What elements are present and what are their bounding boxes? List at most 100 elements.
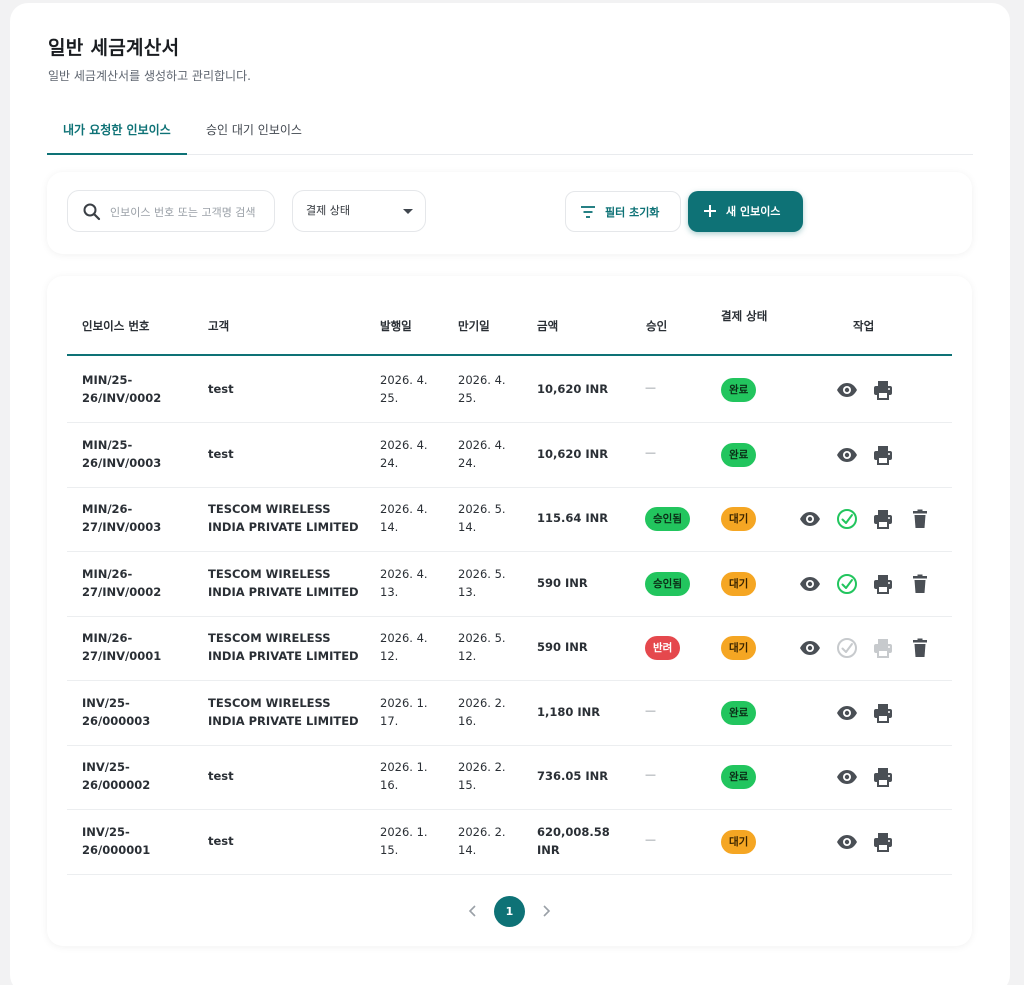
due-date-line1: 2026. 5. <box>458 566 506 581</box>
print-icon[interactable] <box>871 701 895 725</box>
invoice-number-line2: 26/INV/0002 <box>82 391 162 405</box>
issue-date-line1: 2026. 4. <box>380 566 428 581</box>
status-badge: 대기 <box>721 571 757 596</box>
view-icon[interactable] <box>798 636 822 660</box>
approve-icon <box>835 636 859 660</box>
status-badge: 대기 <box>721 636 757 660</box>
reset-filters-button[interactable]: 필터 초기화 <box>565 191 681 232</box>
approve-icon[interactable] <box>835 572 859 596</box>
col-approval: 승인 <box>646 319 668 333</box>
status-badge: 완료 <box>721 378 757 402</box>
view-icon[interactable] <box>835 378 859 402</box>
issue-date-line2: 24. <box>380 455 399 470</box>
due-date-line2: 14. <box>458 520 477 534</box>
customer-name: test <box>208 446 234 461</box>
approval-badge: 승인됨 <box>645 507 690 531</box>
issue-date-line1: 2026. 4. <box>380 437 428 452</box>
invoice-number-line2: 26/000002 <box>82 778 151 792</box>
print-icon[interactable] <box>871 443 895 467</box>
customer-line1: TESCOM WIRELESS <box>208 502 331 516</box>
pagination: 1 <box>47 896 972 928</box>
issue-date-line2: 17. <box>380 713 399 728</box>
status-badge: 완료 <box>721 442 757 467</box>
search-icon <box>83 203 101 221</box>
page-subtitle: 일반 세금계산서를 생성하고 관리합니다. <box>48 69 251 83</box>
due-date-line2: 15. <box>458 778 477 792</box>
print-icon[interactable] <box>871 830 895 854</box>
view-icon[interactable] <box>835 443 859 467</box>
view-icon[interactable] <box>798 572 822 596</box>
amount: 590 INR <box>537 575 588 590</box>
due-date-line1: 2026. 2. <box>458 824 506 839</box>
invoice-number-line1: MIN/26- <box>82 502 133 516</box>
plus-icon <box>704 205 716 217</box>
tab-my-invoices[interactable]: 내가 요청한 인보이스 <box>47 113 187 155</box>
status-badge: 완료 <box>721 765 757 789</box>
approval-empty: — <box>645 445 656 459</box>
new-invoice-label: 새 인보이스 <box>726 205 781 218</box>
table-row: MIN/25- 26/INV/0003 test 2026. 4. 24. 2026. 4… <box>67 423 952 488</box>
table-row: INV/25- 26/000001 test 2026. 1. 15. 2026. 2. 1… <box>67 810 952 875</box>
issue-date-line2: 16. <box>380 778 399 792</box>
customer-line2: INDIA PRIVATE LIMITED <box>208 584 359 599</box>
issue-date-line2: 25. <box>380 391 399 405</box>
print-icon[interactable] <box>871 378 895 402</box>
payment-status-value: 결제 상태 <box>306 204 350 217</box>
table-row: MIN/26- 27/INV/0002 TESCOM WIRELESS INDIA P… <box>67 552 952 617</box>
chevron-down-icon <box>403 209 413 214</box>
issue-date-line2: 14. <box>380 520 399 534</box>
approve-icon[interactable] <box>835 507 859 531</box>
new-invoice-button[interactable]: 새 인보이스 <box>688 191 803 232</box>
invoice-number-line1: INV/25- <box>82 824 130 839</box>
view-icon[interactable] <box>835 765 859 789</box>
reset-filters-label: 필터 초기화 <box>605 206 660 219</box>
approval-empty: — <box>645 381 656 394</box>
payment-status-select[interactable]: 결제 상태 <box>292 190 426 232</box>
col-customer: 고객 <box>208 319 230 333</box>
invoice-number-line2: 27/INV/0003 <box>82 520 162 534</box>
issue-date-line1: 2026. 1. <box>380 760 428 774</box>
invoice-number-line2: 26/000003 <box>82 713 151 728</box>
filter-icon <box>581 206 595 218</box>
issue-date-line1: 2026. 1. <box>380 824 428 839</box>
view-icon[interactable] <box>835 830 859 854</box>
approval-empty: — <box>645 832 656 846</box>
table-row: MIN/26- 27/INV/0003 TESCOM WIRELESS INDIA P… <box>67 487 952 552</box>
invoice-number-line1: INV/25- <box>82 760 130 774</box>
table-row: MIN/25- 26/INV/0002 test 2026. 4. 25. 2026. 4… <box>67 358 952 423</box>
amount-line1: 620,008.58 <box>537 824 610 839</box>
print-icon[interactable] <box>871 765 895 789</box>
amount: 1,180 INR <box>537 704 601 719</box>
page-1-button[interactable]: 1 <box>494 896 525 927</box>
due-date-line2: 25. <box>458 391 477 405</box>
amount: 736.05 INR <box>537 769 609 783</box>
search-input[interactable] <box>110 201 266 223</box>
view-icon[interactable] <box>798 507 822 531</box>
tab-pending-invoices[interactable]: 승인 대기 인보이스 <box>190 113 318 155</box>
col-due-date: 만기일 <box>458 319 490 333</box>
view-icon[interactable] <box>835 701 859 725</box>
due-date-line2: 24. <box>458 455 477 470</box>
delete-icon[interactable] <box>908 507 932 531</box>
chevron-left-icon[interactable] <box>465 902 481 920</box>
invoice-number-line1: INV/25- <box>82 695 130 710</box>
table-row: MIN/26- 27/INV/0001 TESCOM WIRELESS INDIA P… <box>67 616 952 681</box>
delete-icon[interactable] <box>908 572 932 596</box>
customer-line2: INDIA PRIVATE LIMITED <box>208 649 359 663</box>
invoice-number-line2: 27/INV/0002 <box>82 584 162 599</box>
print-icon[interactable] <box>871 572 895 596</box>
print-icon[interactable] <box>871 507 895 531</box>
invoice-number-line2: 26/INV/0003 <box>82 455 162 470</box>
delete-icon[interactable] <box>908 636 932 660</box>
chevron-right-icon[interactable] <box>538 902 554 920</box>
customer-line1: TESCOM WIRELESS <box>208 631 331 645</box>
invoice-table: 인보이스 번호 고객 발행일 만기일 금액 승인 결제 상태 작업 MIN/25… <box>47 276 972 946</box>
customer-name: test <box>208 833 234 848</box>
table-row: INV/25- 26/000002 test 2026. 1. 16. 2026. 2. 1… <box>67 745 952 810</box>
amount: 10,620 INR <box>537 446 609 461</box>
amount: 590 INR <box>537 640 588 654</box>
customer-line1: TESCOM WIRELESS <box>208 566 331 581</box>
due-date-line1: 2026. 5. <box>458 631 506 645</box>
issue-date-line1: 2026. 1. <box>380 695 428 710</box>
search-box[interactable] <box>67 190 275 232</box>
